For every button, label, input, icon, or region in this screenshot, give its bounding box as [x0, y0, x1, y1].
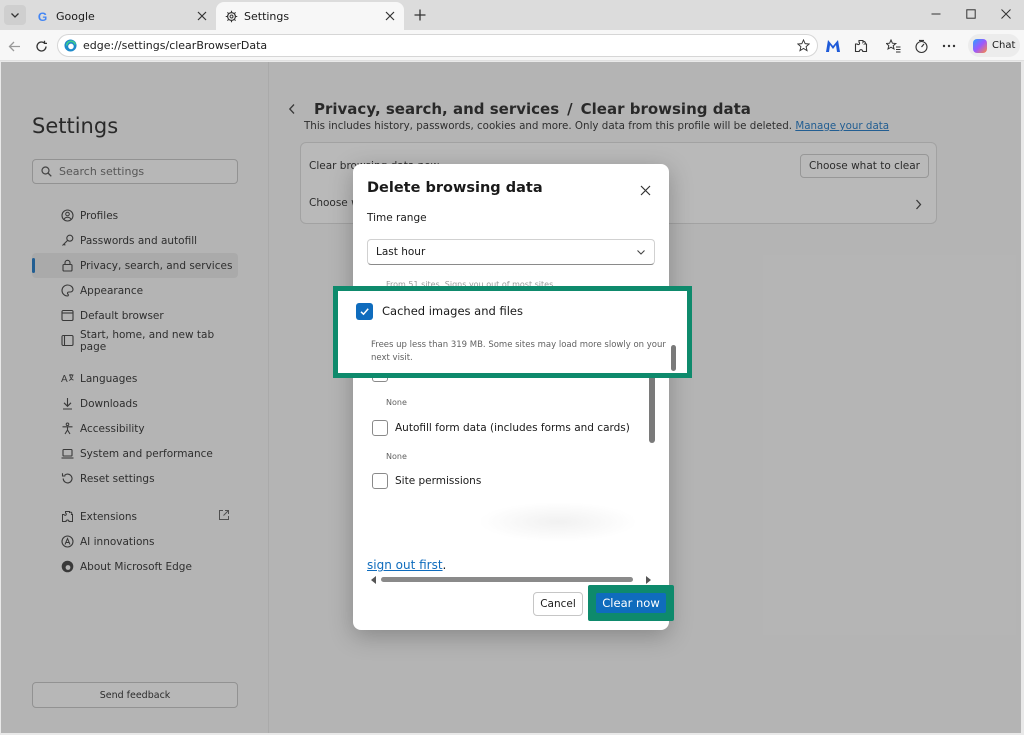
option-sub: None [386, 452, 407, 461]
address-url: edge://settings/clearBrowserData [83, 39, 268, 52]
vertical-scrollbar-thumb[interactable] [671, 345, 676, 371]
google-icon: G [36, 9, 50, 23]
option-label: Autofill form data (includes forms and c… [395, 422, 630, 434]
minimize-icon [931, 13, 941, 15]
clear-now-highlight: Clear now [588, 585, 674, 621]
address-bar[interactable]: edge://settings/clearBrowserData [57, 34, 818, 57]
tab-google[interactable]: G Google [28, 2, 216, 30]
clear-now-button[interactable]: Clear now [596, 593, 666, 613]
tab-title: Google [56, 9, 95, 23]
extensions-icon[interactable] [852, 37, 870, 55]
favorite-star-icon[interactable] [797, 39, 810, 52]
chevron-down-icon [637, 250, 645, 255]
delete-browsing-data-dialog: Delete browsing data Time range Last hou… [353, 164, 669, 630]
autofill-checkbox[interactable] [372, 420, 388, 436]
time-range-select[interactable]: Last hour [367, 239, 655, 265]
plus-icon [414, 9, 426, 21]
copilot-icon [973, 38, 987, 53]
back-arrow-icon [8, 41, 20, 51]
tab-strip: G Google Settings [0, 0, 1024, 30]
cached-images-option[interactable]: Cached images and files Frees up less th… [333, 286, 692, 378]
refresh-icon [35, 40, 47, 52]
new-tab-button[interactable] [410, 5, 430, 25]
maximize-icon [966, 9, 976, 19]
option-label: Site permissions [395, 475, 482, 487]
browser-toolbar: edge://settings/clearBrowserData Chat [0, 30, 1024, 61]
dialog-close-button[interactable] [637, 182, 653, 198]
chevron-down-icon [11, 13, 19, 18]
time-range-label: Time range [367, 212, 427, 224]
gear-icon [224, 9, 238, 23]
malwarebytes-extension-icon[interactable] [824, 37, 842, 55]
time-range-value: Last hour [376, 246, 426, 258]
close-icon [640, 185, 650, 195]
cancel-button[interactable]: Cancel [533, 592, 583, 616]
tab-settings[interactable]: Settings [216, 2, 404, 30]
refresh-button[interactable] [31, 36, 51, 56]
performance-icon[interactable] [912, 37, 930, 55]
sign-out-first-link[interactable]: sign out first. [367, 558, 446, 572]
option-sub: None [386, 398, 407, 407]
chat-label: Chat [992, 40, 1016, 51]
site-permissions-option[interactable]: Site permissions [372, 473, 481, 489]
copilot-chat-button[interactable]: Chat [968, 34, 1020, 57]
option-sub: Frees up less than 319 MB. Some sites ma… [371, 340, 666, 363]
svg-text:G: G [37, 10, 46, 23]
option-label: Cached images and files [382, 304, 523, 318]
tab-title: Settings [244, 9, 290, 23]
maximize-button[interactable] [960, 4, 982, 24]
favorites-icon[interactable] [884, 37, 902, 55]
cached-images-checkbox[interactable] [356, 303, 373, 320]
close-tab-icon[interactable] [382, 8, 398, 24]
autofill-option[interactable]: Autofill form data (includes forms and c… [372, 420, 630, 436]
clear-now-label: Clear now [602, 596, 660, 610]
cancel-label: Cancel [540, 598, 576, 610]
checkmark-icon [360, 308, 369, 316]
tab-actions-button[interactable] [4, 5, 26, 25]
scroll-right-icon[interactable] [645, 576, 651, 584]
edge-icon [64, 39, 77, 52]
close-icon [1001, 9, 1011, 19]
back-button[interactable] [4, 36, 24, 56]
close-tab-icon[interactable] [194, 8, 210, 24]
close-window-button[interactable] [995, 4, 1017, 24]
site-permissions-checkbox[interactable] [372, 473, 388, 489]
minimize-button[interactable] [925, 4, 947, 24]
more-options-icon[interactable] [940, 37, 958, 55]
scroll-left-icon[interactable] [371, 576, 377, 584]
dialog-title: Delete browsing data [367, 180, 543, 196]
horizontal-scrollbar[interactable] [371, 575, 651, 584]
